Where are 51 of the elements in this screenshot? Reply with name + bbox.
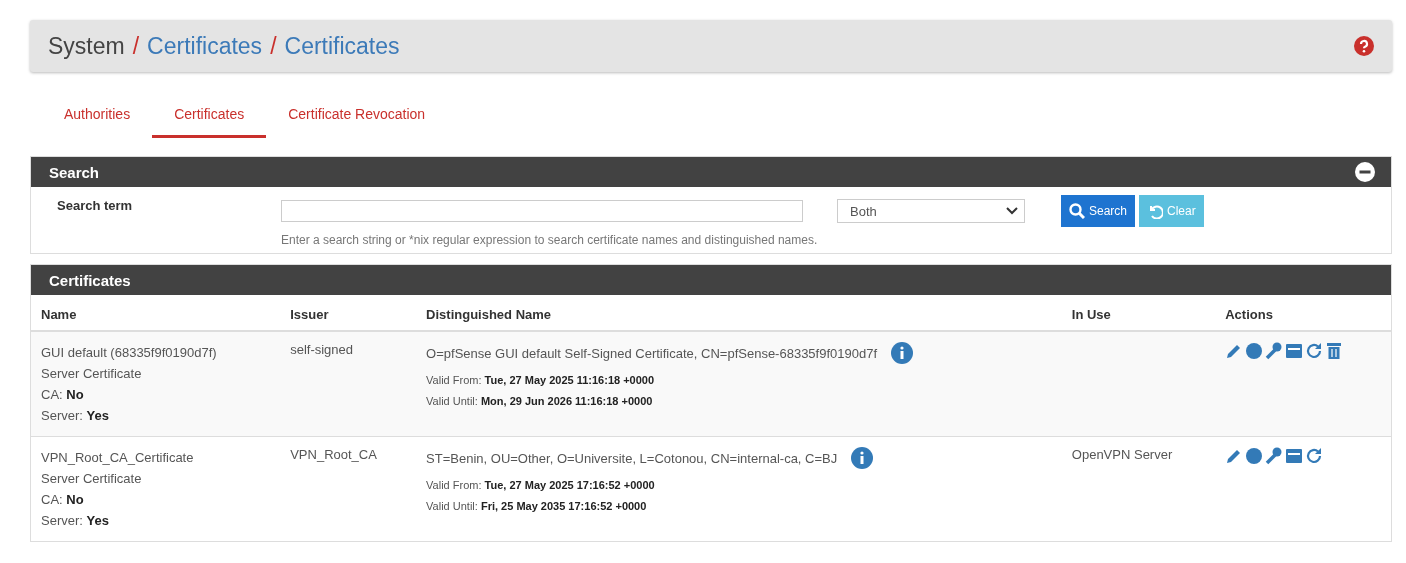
card-icon[interactable] (1285, 447, 1304, 465)
certificate-name: VPN_Root_CA_Certificate (41, 449, 195, 467)
valid-from-text: Valid From: Tue, 27 May 2025 17:16:52 +0000 (426, 478, 656, 493)
info-icon[interactable] (891, 342, 914, 364)
search-scope-dropdown[interactable]: Both (837, 199, 1025, 223)
ca-label: CA: No (41, 386, 85, 404)
ca-label: CA: No (41, 491, 85, 509)
breadcrumb-link[interactable]: Certificates (284, 32, 400, 60)
trash-icon[interactable] (1325, 342, 1344, 360)
panel-title: Certificates (49, 271, 131, 289)
certificate-type: Server Certificate (41, 470, 143, 488)
undo-icon (1147, 203, 1164, 219)
search-button[interactable]: Search (1061, 195, 1136, 227)
valid-from-text: Valid From: Tue, 27 May 2025 11:16:18 +0000 (426, 373, 656, 388)
server-label: Server: Yes (41, 512, 110, 530)
certificate-name: GUI default (68335f9f0190d7f) (41, 344, 218, 362)
chevron-down-icon (1006, 207, 1018, 215)
valid-until-text: Valid Until: Fri, 25 May 2035 17:16:52 +0000 (426, 499, 648, 514)
breadcrumb-separator: / (270, 32, 277, 60)
key-icon[interactable] (1265, 447, 1284, 465)
certificate-type: Server Certificate (41, 365, 143, 383)
card-icon[interactable] (1285, 342, 1304, 360)
in-use-text: OpenVPN Server (1071, 447, 1173, 462)
refresh-icon[interactable] (1305, 342, 1324, 360)
tab[interactable]: Authorities (42, 98, 153, 138)
column-header: Issuer (290, 307, 329, 322)
breadcrumb-separator: / (132, 32, 140, 60)
distinguished-name: ST=Benin, OU=Other, O=Universite, L=Cotonou, CN=internal-ca, C=BJ (426, 450, 838, 466)
collapse-icon[interactable] (1355, 162, 1375, 182)
breadcrumb-link[interactable]: Certificates (147, 32, 263, 60)
issuer-text: VPN_Root_CA (290, 447, 377, 462)
breadcrumb-text: System (48, 32, 125, 60)
info-icon[interactable] (851, 447, 874, 469)
search-icon (1069, 203, 1085, 219)
issuer-text: self-signed (290, 342, 354, 357)
column-header: Distinguished Name (426, 307, 552, 322)
distinguished-name: O=pfSense GUI default Self-Signed Certificate, CN=pfSense-68335f9f0190d7f (426, 345, 878, 361)
panel-title: Search (49, 163, 100, 181)
valid-until-text: Valid Until: Mon, 29 Jun 2026 11:16:18 +0000 (426, 394, 654, 409)
key-icon[interactable] (1265, 342, 1284, 360)
column-header: In Use (1071, 307, 1111, 322)
help-text: Enter a search string or *nix regular expression to search certificate names and distinguished names. (280, 232, 819, 249)
column-header: Name (41, 307, 77, 322)
tab[interactable]: Certificate Revocation (266, 98, 448, 138)
tab[interactable]: Certificates (152, 98, 267, 138)
field-label: Search term (57, 197, 134, 213)
refresh-icon[interactable] (1305, 447, 1324, 465)
column-header: Actions (1225, 307, 1273, 322)
server-label: Server: Yes (41, 407, 110, 425)
help-icon[interactable] (1354, 36, 1374, 56)
search-field[interactable] (281, 200, 803, 222)
